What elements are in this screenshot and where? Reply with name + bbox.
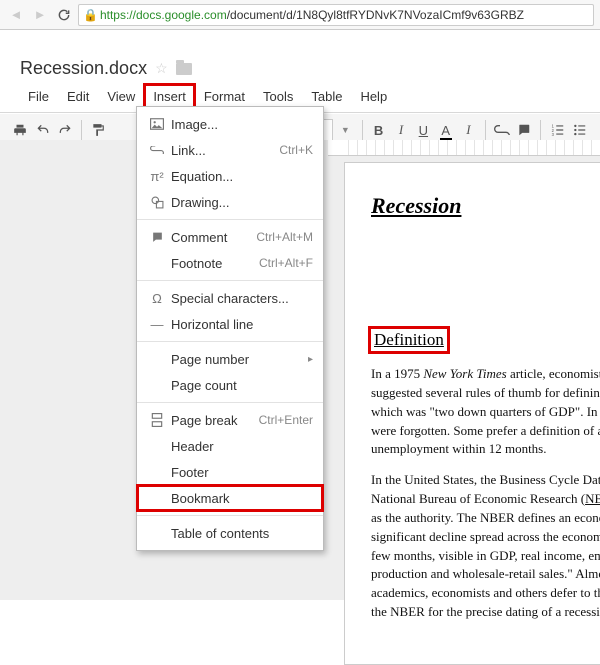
insert-menu-dropdown: Image... Link... Ctrl+K π² Equation... D… <box>136 106 324 551</box>
menu-item-footer[interactable]: Footer <box>137 459 323 485</box>
bold-button[interactable]: B <box>368 118 388 142</box>
browser-address-bar: ◄ ► 🔒 https://docs.google.com/document/d… <box>0 0 600 30</box>
insert-link-icon[interactable] <box>492 118 512 142</box>
print-icon[interactable] <box>10 118 30 142</box>
svg-text:3: 3 <box>551 132 554 137</box>
menu-item-drawing[interactable]: Drawing... <box>137 189 323 215</box>
undo-icon[interactable] <box>32 118 52 142</box>
url-input[interactable]: 🔒 https://docs.google.com/document/d/1N8… <box>78 4 594 26</box>
submenu-arrow-icon: ▸ <box>308 354 313 365</box>
url-host: https://docs.google.com <box>100 8 227 22</box>
numbered-list-icon[interactable]: 123 <box>547 118 567 142</box>
paint-format-icon[interactable] <box>88 118 108 142</box>
menu-help[interactable]: Help <box>352 85 395 108</box>
highlight-button[interactable]: I <box>458 118 479 142</box>
menu-item-page-break[interactable]: Page break Ctrl+Enter <box>137 407 323 433</box>
reload-icon[interactable] <box>54 5 74 25</box>
equation-icon: π² <box>147 169 167 184</box>
menu-table[interactable]: Table <box>303 85 350 108</box>
menu-format[interactable]: Format <box>196 85 253 108</box>
image-icon <box>147 118 167 130</box>
heading-recession: Recession <box>371 193 600 219</box>
comment-icon <box>147 231 167 244</box>
menu-item-comment[interactable]: Comment Ctrl+Alt+M <box>137 224 323 250</box>
url-path: /document/d/1N8Qyl8tfRYDNvK7NVozaICmf9v6… <box>227 8 524 22</box>
underline-button[interactable]: U <box>413 118 433 142</box>
menu-file[interactable]: File <box>20 85 57 108</box>
menu-item-link[interactable]: Link... Ctrl+K <box>137 137 323 163</box>
menu-item-page-count[interactable]: Page count <box>137 372 323 398</box>
link-icon <box>147 146 167 154</box>
redo-icon[interactable] <box>55 118 75 142</box>
menu-tools[interactable]: Tools <box>255 85 301 108</box>
text-color-button[interactable]: A <box>436 118 456 142</box>
folder-icon[interactable] <box>176 63 192 75</box>
menubar: File Edit View Insert Format Tools Table… <box>20 85 580 108</box>
menu-item-equation[interactable]: π² Equation... <box>137 163 323 189</box>
menu-item-special-chars[interactable]: Ω Special characters... <box>137 285 323 311</box>
menu-item-bookmark[interactable]: Bookmark <box>137 485 323 511</box>
paragraph-1: In a 1975 New York Times article, econom… <box>371 365 600 459</box>
line-icon: — <box>147 317 167 332</box>
document-page[interactable]: Recession Definition In a 1975 New York … <box>344 162 600 665</box>
menu-item-header[interactable]: Header <box>137 433 323 459</box>
menu-item-page-number[interactable]: Page number ▸ <box>137 346 323 372</box>
italic-button[interactable]: I <box>391 118 411 142</box>
menu-edit[interactable]: Edit <box>59 85 97 108</box>
star-icon[interactable]: ☆ <box>155 60 168 77</box>
document-title[interactable]: Recession.docx <box>20 58 147 79</box>
menu-insert[interactable]: Insert <box>145 85 194 108</box>
heading-definition: Definition <box>371 329 447 351</box>
forward-icon[interactable]: ► <box>30 5 50 25</box>
font-size-dropdown-icon[interactable]: ▼ <box>335 118 355 142</box>
menu-view[interactable]: View <box>99 85 143 108</box>
omega-icon: Ω <box>147 291 167 306</box>
menu-item-toc[interactable]: Table of contents <box>137 520 323 546</box>
ruler[interactable] <box>328 140 600 156</box>
menu-item-footnote[interactable]: Footnote Ctrl+Alt+F <box>137 250 323 276</box>
lock-icon: 🔒 <box>83 8 98 22</box>
insert-comment-icon[interactable] <box>514 118 534 142</box>
paragraph-2: In the United States, the Business Cycle… <box>371 471 600 622</box>
bulleted-list-icon[interactable] <box>570 118 590 142</box>
menu-item-image[interactable]: Image... <box>137 111 323 137</box>
page-break-icon <box>147 413 167 427</box>
menu-item-horizontal-line[interactable]: — Horizontal line <box>137 311 323 337</box>
back-icon[interactable]: ◄ <box>6 5 26 25</box>
drawing-icon <box>147 196 167 209</box>
docs-chrome: Recession.docx ☆ File Edit View Insert F… <box>0 30 600 108</box>
